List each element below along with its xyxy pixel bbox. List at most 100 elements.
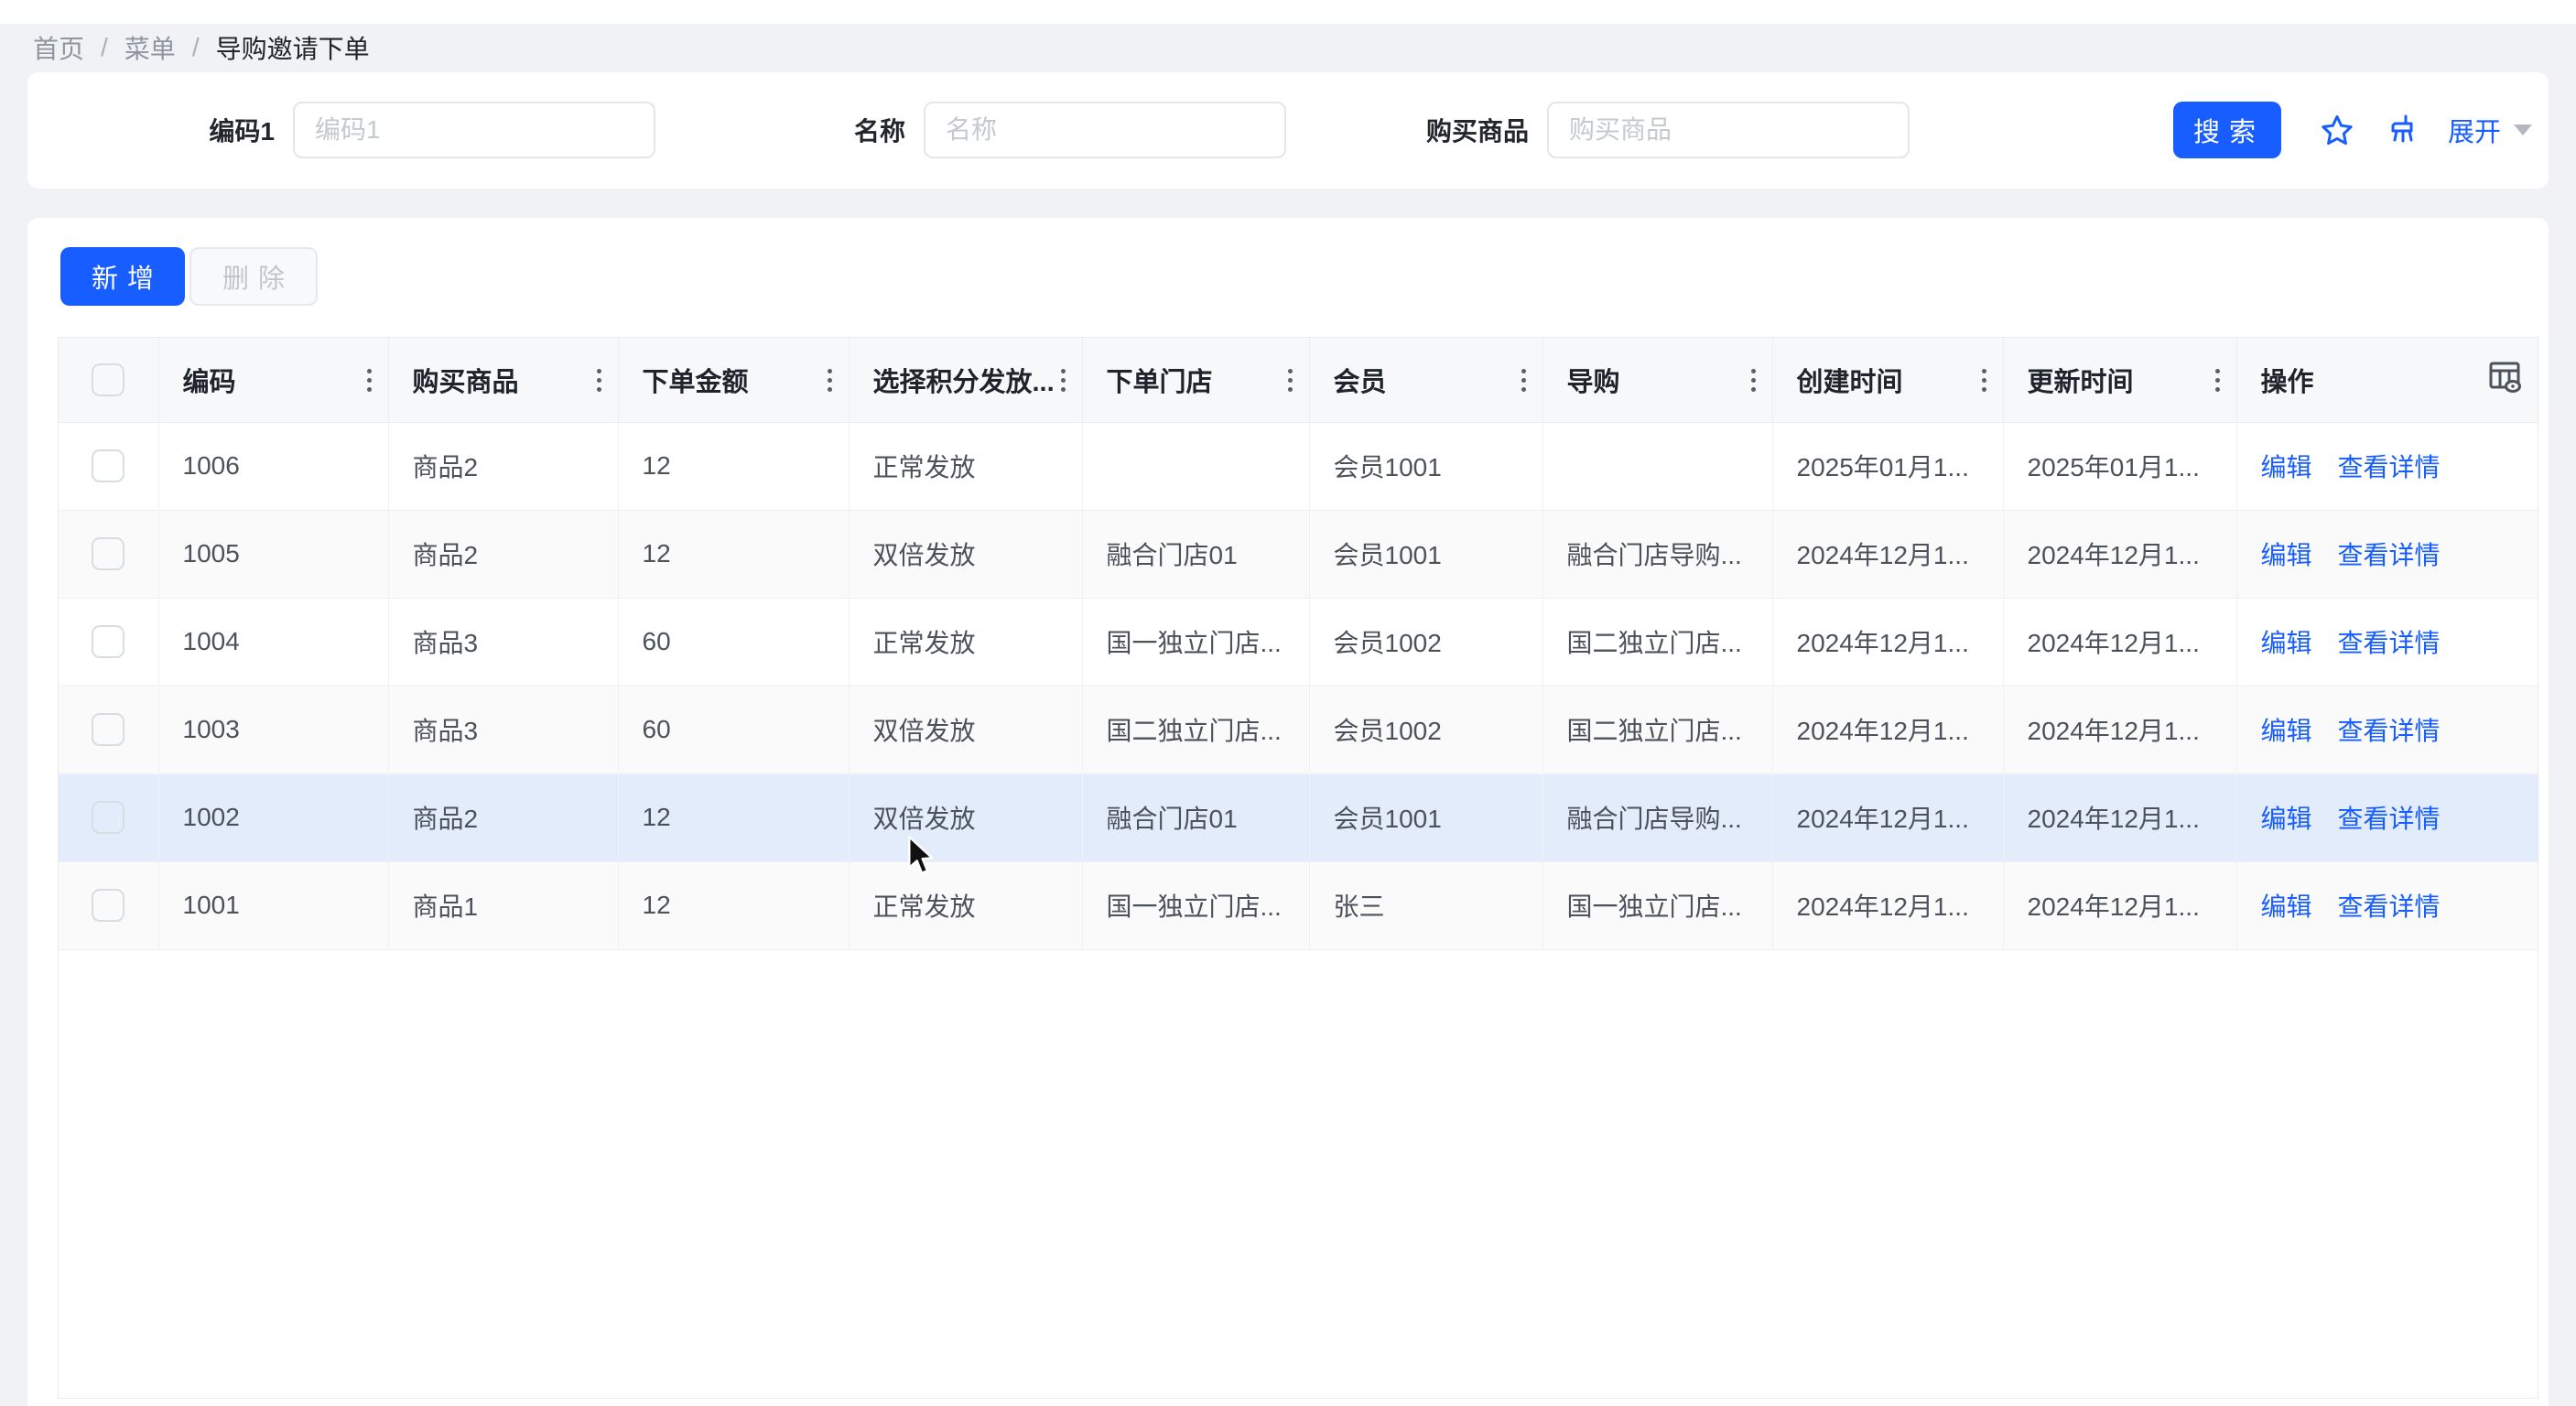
cell-created: 2024年12月1... [1772, 773, 2003, 861]
row-checkbox[interactable] [92, 713, 124, 746]
view-detail-link[interactable]: 查看详情 [2338, 892, 2441, 921]
column-menu-icon[interactable] [1751, 378, 1756, 383]
cell-member: 会员1001 [1309, 773, 1542, 861]
delete-button[interactable]: 删除 [189, 247, 318, 306]
cell-amount: 12 [618, 422, 849, 510]
cell-actions: 编辑查看详情 [2236, 598, 2538, 686]
cell-store: 国一独立门店... [1082, 861, 1309, 949]
search-panel: 编码1 名称 购买商品 搜索 展开 [27, 72, 2549, 189]
cell-guide: 融合门店导购... [1542, 510, 1772, 598]
view-detail-link[interactable]: 查看详情 [2338, 805, 2441, 833]
column-settings-icon[interactable] [2486, 359, 2523, 401]
cell-store: 国二独立门店... [1082, 686, 1309, 773]
edit-link[interactable]: 编辑 [2261, 629, 2312, 657]
cell-member: 会员1002 [1309, 598, 1542, 686]
column-menu-icon[interactable] [1061, 378, 1066, 383]
column-menu-icon[interactable] [1521, 378, 1526, 383]
edit-link[interactable]: 编辑 [2261, 453, 2312, 481]
column-header-points: 选择积分发放... [849, 338, 1082, 422]
expand-label: 展开 [2448, 111, 2501, 149]
cell-amount: 60 [618, 598, 849, 686]
code1-label: 编码1 [209, 112, 275, 148]
cell-code: 1001 [158, 861, 388, 949]
cell-updated: 2024年12月1... [2003, 861, 2236, 949]
table-row-1001[interactable]: 1001商品112正常发放国一独立门店...张三国一独立门店...2024年12… [59, 861, 2538, 949]
cell-guide [1542, 422, 1772, 510]
expand-toggle[interactable]: 展开 [2448, 102, 2532, 158]
filter-group-code1: 编码1 [293, 102, 655, 158]
cell-updated: 2024年12月1... [2003, 686, 2236, 773]
cell-member: 会员1001 [1309, 422, 1542, 510]
cell-updated: 2025年01月1... [2003, 422, 2236, 510]
cell-product: 商品2 [388, 510, 618, 598]
row-checkbox-cell [59, 861, 158, 949]
table-row-1005[interactable]: 1005商品212双倍发放融合门店01会员1001融合门店导购...2024年1… [59, 510, 2538, 598]
column-menu-icon[interactable] [597, 378, 601, 383]
row-checkbox[interactable] [92, 537, 124, 570]
view-detail-link[interactable]: 查看详情 [2338, 453, 2441, 481]
table-row-1004[interactable]: 1004商品360正常发放国一独立门店...会员1002国二独立门店...202… [59, 598, 2538, 686]
cell-product: 商品3 [388, 598, 618, 686]
view-detail-link[interactable]: 查看详情 [2338, 717, 2441, 745]
column-header-updated: 更新时间 [2003, 338, 2236, 422]
view-detail-link[interactable]: 查看详情 [2338, 629, 2441, 657]
column-menu-icon[interactable] [2215, 378, 2220, 383]
cell-updated: 2024年12月1... [2003, 773, 2236, 861]
cell-points: 正常发放 [849, 422, 1082, 510]
cell-amount: 60 [618, 686, 849, 773]
cell-amount: 12 [618, 510, 849, 598]
cell-actions: 编辑查看详情 [2236, 773, 2538, 861]
select-all-checkbox[interactable] [92, 363, 124, 396]
row-checkbox[interactable] [92, 625, 124, 658]
cell-actions: 编辑查看详情 [2236, 422, 2538, 510]
cell-created: 2024年12月1... [1772, 861, 2003, 949]
table-container: 编码购买商品下单金额选择积分发放...下单门店会员导购创建时间更新时间操作 10… [58, 337, 2538, 1399]
edit-link[interactable]: 编辑 [2261, 805, 2312, 833]
breadcrumb-separator: / [192, 33, 200, 62]
column-menu-icon[interactable] [1982, 378, 1986, 383]
cell-actions: 编辑查看详情 [2236, 510, 2538, 598]
table-row-1002[interactable]: 1002商品212双倍发放融合门店01会员1001融合门店导购...2024年1… [59, 773, 2538, 861]
add-button[interactable]: 新增 [60, 247, 185, 306]
row-checkbox[interactable] [92, 889, 124, 922]
column-label-created: 创建时间 [1797, 368, 1903, 397]
column-label-store: 下单门店 [1107, 368, 1213, 397]
code1-input[interactable] [293, 102, 655, 158]
column-header-store: 下单门店 [1082, 338, 1309, 422]
column-menu-icon[interactable] [1288, 378, 1293, 383]
breadcrumb-menu[interactable]: 菜单 [124, 29, 176, 66]
table-row-1003[interactable]: 1003商品360双倍发放国二独立门店...会员1002国二独立门店...202… [59, 686, 2538, 773]
cell-member: 会员1001 [1309, 510, 1542, 598]
edit-link[interactable]: 编辑 [2261, 717, 2312, 745]
filter-group-product: 购买商品 [1547, 102, 1910, 158]
column-menu-icon[interactable] [367, 378, 372, 383]
row-checkbox-cell [59, 510, 158, 598]
column-menu-icon[interactable] [828, 378, 832, 383]
filter-group-name: 名称 [924, 102, 1286, 158]
row-checkbox[interactable] [92, 449, 124, 482]
search-button[interactable]: 搜索 [2173, 102, 2281, 158]
cell-code: 1003 [158, 686, 388, 773]
view-detail-link[interactable]: 查看详情 [2338, 541, 2441, 569]
row-checkbox[interactable] [92, 801, 124, 834]
cell-code: 1006 [158, 422, 388, 510]
cell-created: 2024年12月1... [1772, 510, 2003, 598]
cell-code: 1004 [158, 598, 388, 686]
cell-member: 会员1002 [1309, 686, 1542, 773]
table-row-1006[interactable]: 1006商品212正常发放会员10012025年01月1...2025年01月1… [59, 422, 2538, 510]
favorite-star-icon[interactable] [2320, 114, 2354, 148]
cell-guide: 国二独立门店... [1542, 686, 1772, 773]
breadcrumb: 首页 / 菜单 / 导购邀请下单 [33, 24, 370, 71]
top-strip [0, 0, 2576, 24]
clear-broom-icon[interactable] [2386, 114, 2420, 148]
product-input[interactable] [1547, 102, 1910, 158]
column-label-amount: 下单金额 [643, 368, 749, 397]
name-label: 名称 [854, 112, 905, 148]
name-input[interactable] [924, 102, 1286, 158]
cell-guide: 国二独立门店... [1542, 598, 1772, 686]
edit-link[interactable]: 编辑 [2261, 541, 2312, 569]
chevron-down-icon [2514, 124, 2532, 135]
breadcrumb-home[interactable]: 首页 [33, 29, 84, 66]
column-header-product: 购买商品 [388, 338, 618, 422]
edit-link[interactable]: 编辑 [2261, 892, 2312, 921]
